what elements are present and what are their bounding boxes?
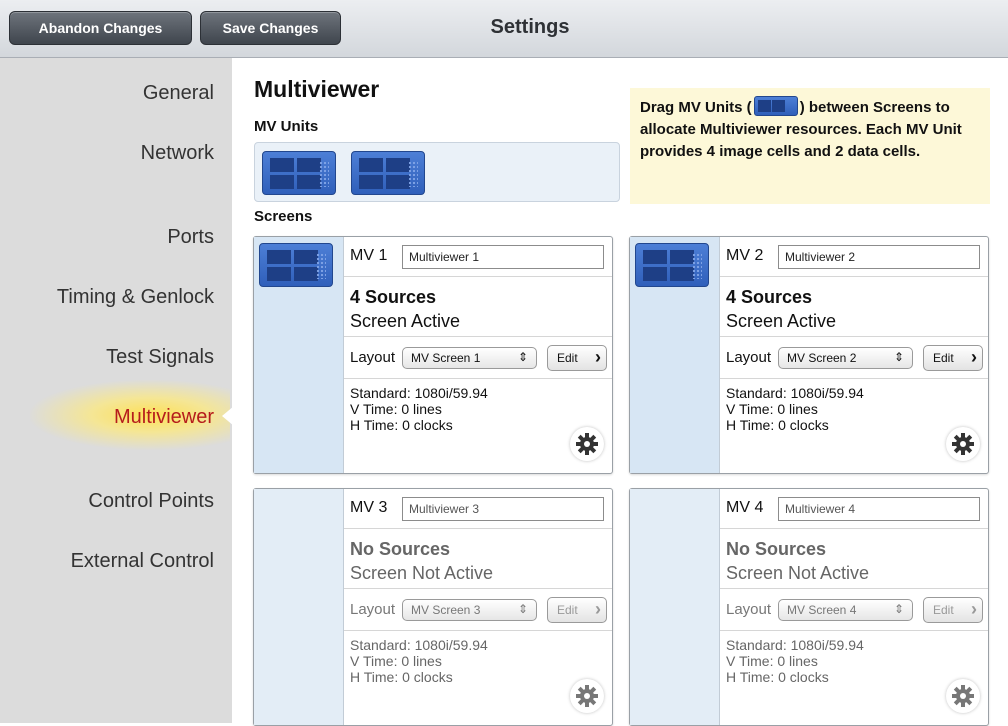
multiviewer-panel: Multiviewer MV Units Drag MV Units () be… (232, 58, 1008, 726)
mv-unit-slot[interactable] (630, 489, 720, 725)
chevron-right-icon: › (595, 599, 601, 619)
standard-text: Standard: 1080i/59.94 (350, 385, 488, 401)
settings-sidebar: General Network Ports Timing & Genlock T… (0, 58, 234, 723)
layout-select[interactable]: MV Screen 4 ⇕ (778, 599, 913, 621)
sidebar-item-control-points[interactable]: Control Points (0, 488, 214, 514)
save-changes-button[interactable]: Save Changes (200, 11, 341, 45)
mv-unit-icon[interactable] (259, 243, 333, 287)
vtime-text: V Time: 0 lines (350, 653, 442, 669)
edit-label: Edit (557, 351, 578, 365)
help-note: Drag MV Units () between Screens to allo… (630, 88, 990, 204)
screen-label: MV 1 (350, 247, 388, 264)
edit-layout-button[interactable]: Edit › (923, 597, 983, 623)
standard-text: Standard: 1080i/59.94 (726, 637, 864, 653)
page-title: Settings (490, 16, 570, 38)
layout-value: MV Screen 2 (787, 351, 857, 365)
layout-value: MV Screen 4 (787, 603, 857, 617)
screen-name-input[interactable]: Multiviewer 4 (778, 497, 980, 521)
edit-layout-button[interactable]: Edit › (923, 345, 983, 371)
layout-select[interactable]: MV Screen 3 ⇕ (402, 599, 537, 621)
select-arrows-icon: ⇕ (893, 602, 904, 616)
gear-icon[interactable] (946, 427, 980, 461)
sidebar-item-timing-genlock[interactable]: Timing & Genlock (0, 284, 214, 310)
htime-text: H Time: 0 clocks (726, 417, 829, 433)
sidebar-item-network[interactable]: Network (0, 140, 214, 166)
sources-count: No Sources (726, 539, 827, 559)
mv-unit-slot[interactable] (630, 237, 720, 473)
mv-units-heading: MV Units (254, 118, 319, 135)
screens-heading: Screens (254, 208, 313, 225)
select-arrows-icon: ⇕ (893, 350, 904, 364)
layout-label: Layout (726, 349, 772, 366)
layout-value: MV Screen 3 (411, 603, 481, 617)
htime-text: H Time: 0 clocks (726, 669, 829, 685)
mv-unit-icon[interactable] (262, 151, 336, 195)
vtime-text: V Time: 0 lines (350, 401, 442, 417)
mv-units-tray[interactable] (254, 142, 620, 202)
screen-card-mv1: MV 1 Multiviewer 1 4 Sources Screen Acti… (253, 236, 613, 474)
chevron-right-icon: › (971, 599, 977, 619)
screen-state: Screen Not Active (350, 563, 494, 583)
mv-unit-slot[interactable] (254, 489, 344, 725)
mv-unit-icon (753, 96, 798, 116)
help-text-before: Drag MV Units ( (640, 99, 752, 116)
layout-value: MV Screen 1 (411, 351, 481, 365)
screen-state: Screen Active (726, 311, 837, 331)
screen-state: Screen Not Active (726, 563, 870, 583)
screen-label: MV 4 (726, 499, 764, 516)
top-toolbar: Abandon Changes Save Changes Settings (0, 0, 1008, 58)
sources-count: No Sources (350, 539, 451, 559)
vtime-text: V Time: 0 lines (726, 653, 818, 669)
sidebar-item-external-control[interactable]: External Control (0, 548, 214, 574)
screen-name-input[interactable]: Multiviewer 3 (402, 497, 604, 521)
screen-state: Screen Active (350, 311, 461, 331)
sidebar-item-multiviewer[interactable]: Multiviewer (0, 404, 214, 430)
select-arrows-icon: ⇕ (517, 602, 528, 616)
section-title: Multiviewer (254, 76, 380, 102)
standard-text: Standard: 1080i/59.94 (726, 385, 864, 401)
layout-label: Layout (350, 601, 396, 618)
sources-count: 4 Sources (726, 287, 813, 307)
screen-label: MV 3 (350, 499, 388, 516)
edit-layout-button[interactable]: Edit › (547, 597, 607, 623)
edit-layout-button[interactable]: Edit › (547, 345, 607, 371)
chevron-right-icon: › (595, 347, 601, 367)
screen-name-input[interactable]: Multiviewer 1 (402, 245, 604, 269)
vtime-text: V Time: 0 lines (726, 401, 818, 417)
layout-select[interactable]: MV Screen 2 ⇕ (778, 347, 913, 369)
htime-text: H Time: 0 clocks (350, 417, 453, 433)
standard-text: Standard: 1080i/59.94 (350, 637, 488, 653)
screen-card-mv3: MV 3 Multiviewer 3 No Sources Screen Not… (253, 488, 613, 726)
mv-unit-icon[interactable] (351, 151, 425, 195)
screen-info: Standard: 1080i/59.94 V Time: 0 lines H … (726, 385, 864, 433)
screen-label: MV 2 (726, 247, 764, 264)
screen-card-mv2: MV 2 Multiviewer 2 4 Sources Screen Acti… (629, 236, 989, 474)
sidebar-item-test-signals[interactable]: Test Signals (0, 344, 214, 370)
mv-unit-icon[interactable] (635, 243, 709, 287)
gear-icon[interactable] (570, 427, 604, 461)
sources-count: 4 Sources (350, 287, 437, 307)
screen-name-input[interactable]: Multiviewer 2 (778, 245, 980, 269)
screen-info: Standard: 1080i/59.94 V Time: 0 lines H … (726, 637, 864, 685)
edit-label: Edit (933, 603, 954, 617)
sidebar-item-ports[interactable]: Ports (0, 224, 214, 250)
abandon-changes-button[interactable]: Abandon Changes (9, 11, 192, 45)
edit-label: Edit (933, 351, 954, 365)
select-arrows-icon: ⇕ (517, 350, 528, 364)
chevron-right-icon: › (971, 347, 977, 367)
layout-select[interactable]: MV Screen 1 ⇕ (402, 347, 537, 369)
layout-label: Layout (350, 349, 396, 366)
gear-icon[interactable] (570, 679, 604, 713)
screen-card-mv4: MV 4 Multiviewer 4 No Sources Screen Not… (629, 488, 989, 726)
gear-icon[interactable] (946, 679, 980, 713)
screen-info: Standard: 1080i/59.94 V Time: 0 lines H … (350, 385, 488, 433)
htime-text: H Time: 0 clocks (350, 669, 453, 685)
layout-label: Layout (726, 601, 772, 618)
screen-info: Standard: 1080i/59.94 V Time: 0 lines H … (350, 637, 488, 685)
sidebar-item-general[interactable]: General (0, 80, 214, 106)
edit-label: Edit (557, 603, 578, 617)
mv-unit-slot[interactable] (254, 237, 344, 473)
